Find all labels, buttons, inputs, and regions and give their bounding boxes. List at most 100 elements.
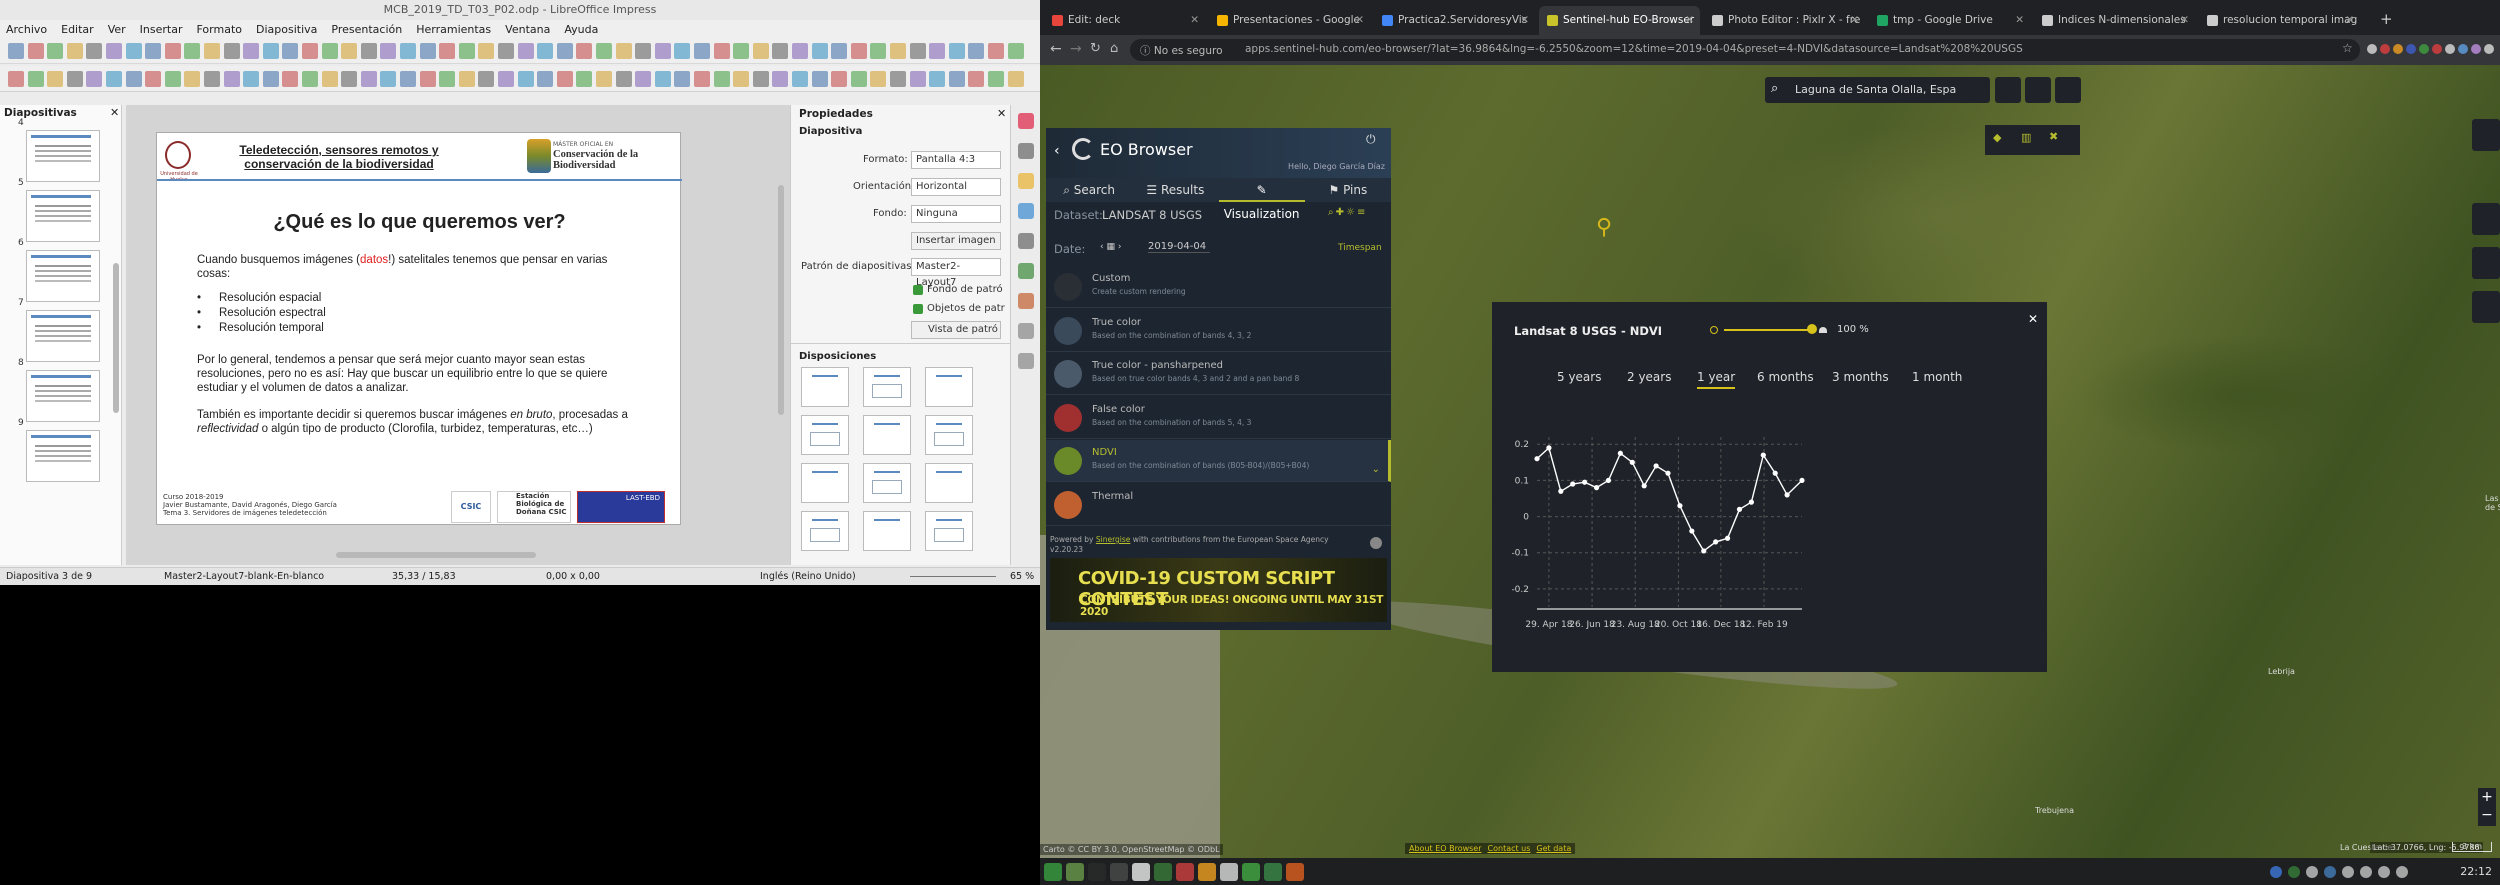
browser-tab[interactable]: resolucion temporal imag ✕ [2199,6,2360,35]
close-tab-icon[interactable]: ✕ [1520,6,1529,35]
layout-option[interactable] [863,463,911,503]
layer-item[interactable]: Thermal [1046,484,1391,526]
insert-image-button[interactable]: Insertar imagen [911,232,1001,250]
toolbar-button-icon[interactable] [164,71,181,87]
ndvi-data-point[interactable] [1641,483,1647,489]
slide-thumbnail[interactable] [26,430,100,482]
toolbar-button-icon[interactable] [458,71,475,87]
reload-icon[interactable]: ↻ [1090,41,1101,56]
toolbar-button-icon[interactable] [968,43,985,59]
layers-icon[interactable] [1995,77,2021,103]
close-tools-icon[interactable]: ✖ [2049,130,2058,143]
close-tab-icon[interactable]: ✕ [1850,6,1859,35]
toolbar-button-icon[interactable] [498,71,514,87]
pin-tool-icon[interactable] [2472,119,2500,151]
layout-option[interactable] [925,463,973,503]
ndvi-data-point[interactable] [1665,470,1671,476]
toolbar-button-icon[interactable] [929,71,946,87]
toolbar-button-icon[interactable] [654,71,671,87]
toolbar-button-icon[interactable] [204,43,220,59]
toolbar-button-icon[interactable] [929,43,946,59]
toolbar-button-icon[interactable] [419,71,436,87]
timespan-link[interactable]: Timespan [1338,243,1382,253]
toolbar-button-icon[interactable] [694,71,710,87]
taskbar-app-icon[interactable] [1264,863,1282,881]
ndvi-data-point[interactable] [1772,470,1778,476]
toolbar-button-icon[interactable] [86,43,103,59]
toolbar-button-icon[interactable] [478,71,495,87]
toolbar-button-icon[interactable] [537,43,554,59]
date-prev-icon[interactable]: ‹ ▦ › [1100,242,1121,252]
toolbar-button-icon[interactable] [909,71,926,87]
eo-tab-search[interactable]: ⌕ Search [1046,178,1132,202]
toolbar-button-icon[interactable] [66,71,83,87]
layout-option[interactable] [801,415,849,455]
toolbar-button-icon[interactable] [792,71,808,87]
format-select[interactable]: Pantalla 4:3 [911,151,1001,169]
layout-option[interactable] [925,511,973,551]
close-tab-icon[interactable]: ✕ [2015,6,2024,35]
bookmark-star-icon[interactable]: ☆ [2342,41,2353,55]
toolbar-button-icon[interactable] [576,43,593,59]
toolbar-button-icon[interactable] [8,43,24,59]
ndvi-data-point[interactable] [1760,452,1766,458]
ndvi-data-point[interactable] [1713,539,1719,545]
canvas-v-scrollbar[interactable] [778,185,784,415]
toolbar-button-icon[interactable] [302,71,318,87]
extension-icon[interactable] [2380,44,2390,54]
toolbar-button-icon[interactable] [988,43,1004,59]
toolbar-button-icon[interactable] [596,71,612,87]
toolbar-button-icon[interactable] [47,43,64,59]
menu-item[interactable]: Diapositiva [256,23,317,36]
toolbar-button-icon[interactable] [615,71,632,87]
toolbar-button-icon[interactable] [733,71,750,87]
close-tab-icon[interactable]: ✕ [1190,6,1199,35]
toolbar-button-icon[interactable] [811,71,828,87]
forward-icon[interactable]: → [1070,41,1082,57]
menu-item[interactable]: Ventana [505,23,550,36]
menu-item[interactable]: Ver [108,23,126,36]
sidebar-deck-icon[interactable] [1018,203,1034,219]
toolbar-button-icon[interactable] [576,71,593,87]
toolbar-button-icon[interactable] [321,43,338,59]
ndvi-data-point[interactable] [1582,479,1588,485]
close-tab-icon[interactable]: ✕ [1685,6,1694,35]
sidebar-deck-icon[interactable] [1018,113,1034,129]
tray-icon[interactable] [2324,866,2336,878]
ndvi-data-point[interactable] [1724,535,1731,541]
toolbar-button-icon[interactable] [145,71,162,87]
toolbar-button-icon[interactable] [282,71,299,87]
toolbar-button-icon[interactable] [341,43,358,59]
layer-item[interactable]: True color Based on the combination of ba… [1046,310,1391,352]
extension-icon[interactable] [2458,44,2468,54]
sidebar-deck-icon[interactable] [1018,173,1034,189]
ndvi-data-point[interactable] [1677,503,1683,509]
toolbar-button-icon[interactable] [909,43,926,59]
slide-thumbnail[interactable] [26,310,100,362]
toolbar-button-icon[interactable] [831,43,848,59]
master-view-button[interactable]: Vista de patró [911,321,1001,339]
toolbar-button-icon[interactable] [341,71,358,87]
taskbar-app-icon[interactable] [1198,863,1216,881]
timelapse-icon[interactable] [2472,291,2500,323]
toolbar-button-icon[interactable] [27,71,44,87]
visualization-icon[interactable] [2472,247,2500,279]
toolbar-button-icon[interactable] [870,71,887,87]
toolbar-button-icon[interactable] [792,43,808,59]
ndvi-data-point[interactable] [1605,477,1612,484]
layer-item[interactable]: False color Based on the combination of b… [1046,397,1391,439]
toolbar-button-icon[interactable] [713,43,730,59]
toolbar-button-icon[interactable] [125,43,142,59]
toolbar-button-icon[interactable] [556,43,573,59]
layout-option[interactable] [863,367,911,407]
toolbar-button-icon[interactable] [262,71,279,87]
toolbar-button-icon[interactable] [948,71,965,87]
zoom-slider[interactable] [910,576,996,577]
taskbar-app-icon[interactable] [1176,863,1194,881]
toolbar-button-icon[interactable] [811,43,828,59]
tray-icon[interactable] [2360,866,2372,878]
toolbar-button-icon[interactable] [439,43,456,59]
close-tab-icon[interactable]: ✕ [2180,6,2189,35]
zoom-in-icon[interactable]: + [2478,788,2496,806]
toolbar-button-icon[interactable] [458,43,475,59]
